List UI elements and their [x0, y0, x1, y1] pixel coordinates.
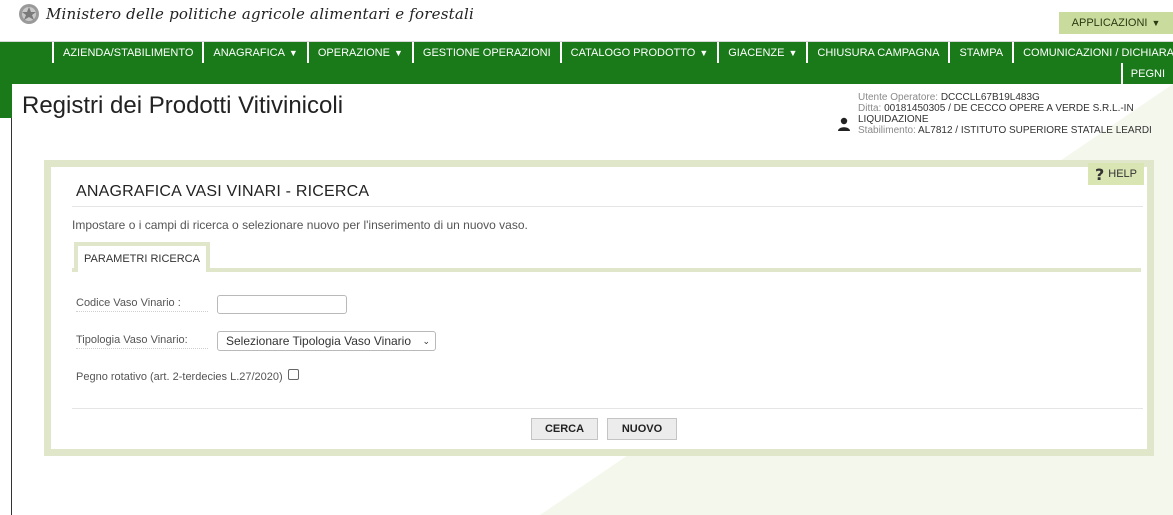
- stabilimento-line: Stabilimento: AL7812 / ISTITUTO SUPERIOR…: [858, 125, 1173, 136]
- nav-item-pegni[interactable]: PEGNI: [1120, 63, 1173, 84]
- pegno-checkbox[interactable]: [288, 369, 299, 380]
- nav-item-label: OPERAZIONE: [317, 46, 390, 59]
- divider: [72, 206, 1143, 207]
- applications-button[interactable]: APPLICAZIONI ▼: [1059, 12, 1173, 34]
- operator-value: DCCCLL67B19L483G: [940, 92, 1040, 103]
- user-icon: [838, 117, 850, 131]
- tipologia-select[interactable]: Selezionare Tipologia Vaso Vinario ⌄: [217, 331, 436, 351]
- applications-label: APPLICAZIONI: [1071, 17, 1148, 29]
- caret-down-icon: ▼: [1151, 18, 1161, 28]
- caret-down-icon: ▼: [788, 47, 798, 58]
- nav-item-label: GIACENZE: [728, 46, 785, 59]
- nav-item-label: ANAGRAFICA: [213, 46, 285, 59]
- nav-item-azienda-stabilimento[interactable]: AZIENDA/STABILIMENTO: [52, 42, 202, 63]
- nav-item-comunicazioni-dichiarazioni[interactable]: COMUNICAZIONI / DICHIARAZIONI: [1012, 42, 1173, 63]
- caret-down-icon: ▼: [288, 47, 298, 58]
- tab-parametri-ricerca[interactable]: PARAMETRI RICERCA: [74, 242, 210, 272]
- nav-item-chiusura-campagna[interactable]: CHIUSURA CAMPAGNA: [806, 42, 948, 63]
- tipologia-label: Tipologia Vaso Vinario:: [76, 334, 188, 346]
- ditta-line: Ditta: 00181450305 / DE CECCO OPERE A VE…: [858, 103, 1173, 125]
- nuovo-button[interactable]: NUOVO: [607, 418, 677, 440]
- nav-item-operazione[interactable]: OPERAZIONE ▼: [306, 42, 412, 63]
- user-info: Utente Operatore: DCCCLL67B19L483G Ditta…: [858, 92, 1173, 136]
- stabilimento-label: Stabilimento:: [858, 125, 916, 136]
- question-icon: ?: [1094, 164, 1105, 184]
- nav-item-label: AZIENDA/STABILIMENTO: [63, 46, 194, 59]
- operator-label: Utente Operatore:: [858, 92, 939, 103]
- help-label: HELP: [1108, 168, 1138, 180]
- divider: [72, 408, 1143, 409]
- nav-item-gestione-operazioni[interactable]: GESTIONE OPERAZIONI: [411, 42, 560, 63]
- nav-item-anagrafica[interactable]: ANAGRAFICA ▼: [202, 42, 306, 63]
- operator-line: Utente Operatore: DCCCLL67B19L483G: [858, 92, 1173, 103]
- title-accent: [0, 84, 12, 118]
- search-panel: [44, 160, 1154, 456]
- ditta-label: Ditta:: [858, 103, 882, 114]
- nav-item-stampa[interactable]: STAMPA: [948, 42, 1012, 63]
- nav-item-label: CHIUSURA CAMPAGNA: [817, 46, 940, 59]
- nav-item-catalogo-prodotto[interactable]: CATALOGO PRODOTTO ▼: [559, 42, 718, 63]
- nav-item-label: GESTIONE OPERAZIONI: [422, 46, 551, 59]
- cerca-button[interactable]: CERCA: [531, 418, 598, 440]
- chevron-down-icon: ⌄: [422, 335, 430, 346]
- ministry-header: Ministero delle politiche agricole alime…: [0, 0, 1173, 42]
- help-button[interactable]: ? HELP: [1088, 163, 1144, 185]
- tipologia-selected-value: Selezionare Tipologia Vaso Vinario: [226, 334, 412, 348]
- ministry-name: Ministero delle politiche agricole alime…: [46, 5, 474, 23]
- tab-underline: [72, 268, 1141, 272]
- caret-down-icon: ▼: [699, 47, 709, 58]
- dotted-separator: [76, 311, 208, 312]
- stabilimento-value: AL7812 / ISTITUTO SUPERIORE STATALE LEAR…: [918, 125, 1152, 136]
- pegno-label: Pegno rotativo (art. 2-terdecies L.27/20…: [76, 371, 283, 383]
- nav-item-label: CATALOGO PRODOTTO: [570, 46, 696, 59]
- codice-label: Codice Vaso Vinario :: [76, 297, 181, 309]
- nav-row: AZIENDA/STABILIMENTO ANAGRAFICA ▼ OPERAZION…: [52, 42, 1173, 63]
- nav-item-giacenze[interactable]: GIACENZE ▼: [717, 42, 806, 63]
- dotted-separator: [76, 348, 208, 349]
- page-title: Registri dei Prodotti Vitivinicoli: [22, 92, 344, 119]
- section-title: ANAGRAFICA VASI VINARI - RICERCA: [76, 183, 370, 200]
- nav-item-label: COMUNICAZIONI / DICHIARAZIONI: [1023, 46, 1173, 59]
- caret-down-icon: ▼: [393, 47, 403, 58]
- ditta-value: 00181450305 / DE CECCO OPERE A VERDE S.R…: [858, 103, 1134, 125]
- republic-emblem-icon: [19, 4, 39, 24]
- nav-item-label: STAMPA: [959, 46, 1004, 59]
- main-nav: AZIENDA/STABILIMENTO ANAGRAFICA ▼ OPERAZION…: [0, 42, 1173, 84]
- intro-text: Impostare o i campi di ricerca o selezio…: [72, 218, 528, 232]
- codice-vaso-input[interactable]: [217, 295, 347, 314]
